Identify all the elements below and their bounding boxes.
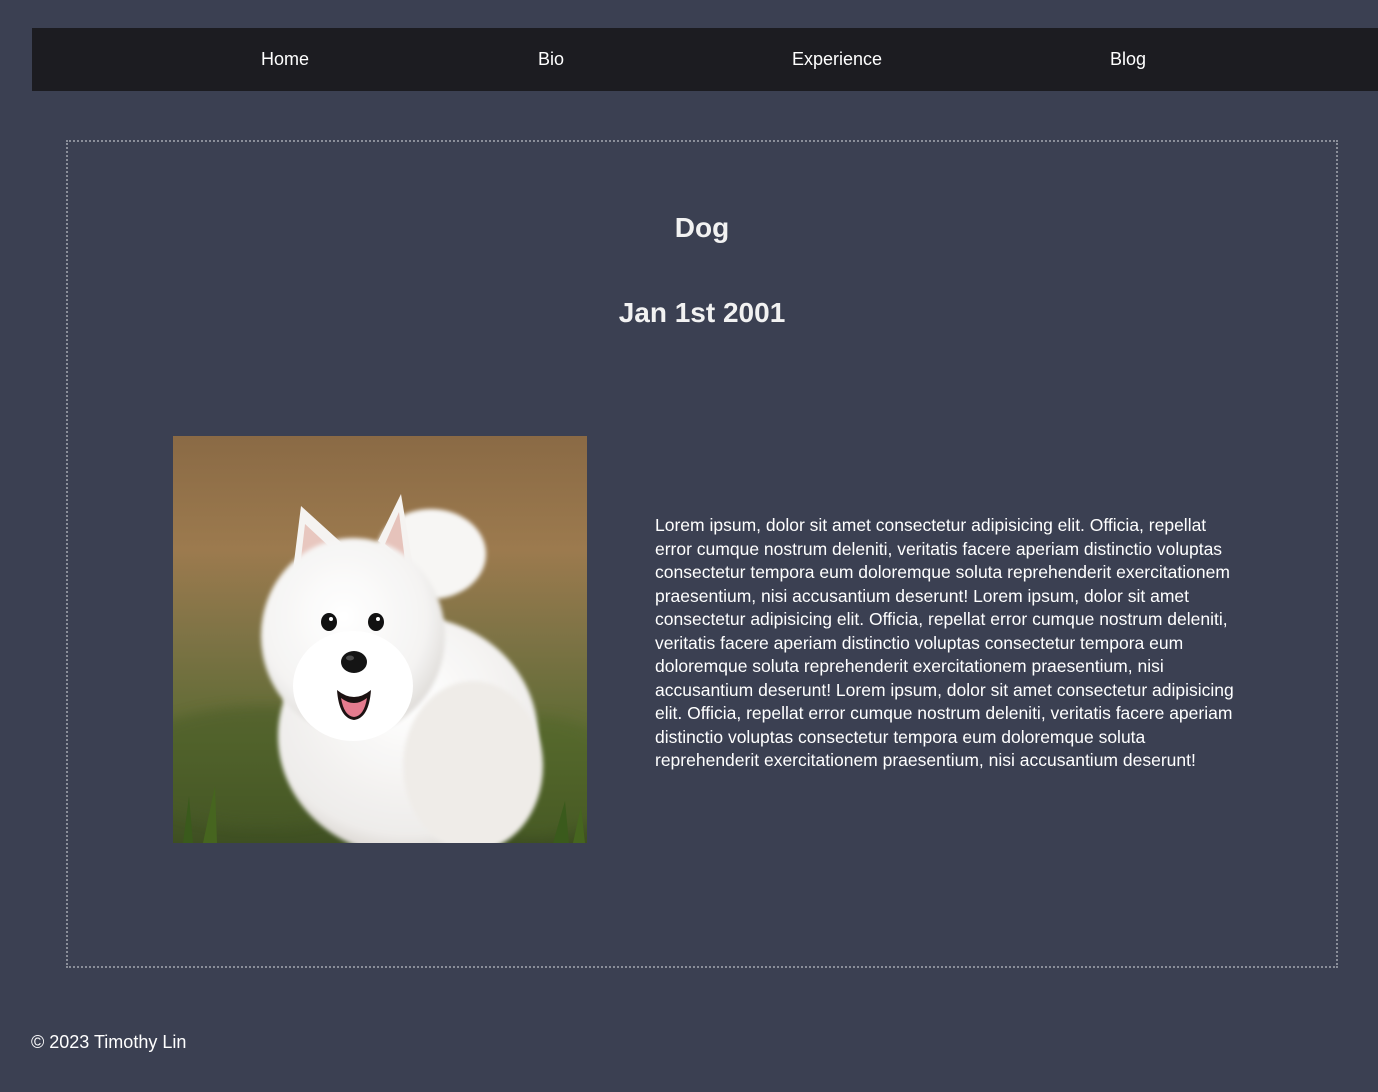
copyright-text: © 2023 Timothy Lin [31, 1032, 187, 1052]
dog-photo [173, 436, 587, 843]
post-date: Jan 1st 2001 [618, 297, 786, 328]
nav-link-bio[interactable]: Bio [538, 28, 564, 91]
post-body-text: Lorem ipsum, dolor sit amet consectetur … [655, 515, 1234, 770]
top-navbar: Home Bio Experience Blog [32, 28, 1378, 91]
post-title: Dog [674, 212, 730, 243]
page: Home Bio Experience Blog Dog Jan 1st 200… [0, 7, 1378, 1092]
nav-link-home[interactable]: Home [261, 28, 309, 91]
blog-post-card: Dog Jan 1st 2001 Lorem ipsum, dolor sit … [66, 140, 1338, 968]
nav-link-blog[interactable]: Blog [1110, 28, 1146, 91]
nav-link-experience[interactable]: Experience [792, 28, 882, 91]
